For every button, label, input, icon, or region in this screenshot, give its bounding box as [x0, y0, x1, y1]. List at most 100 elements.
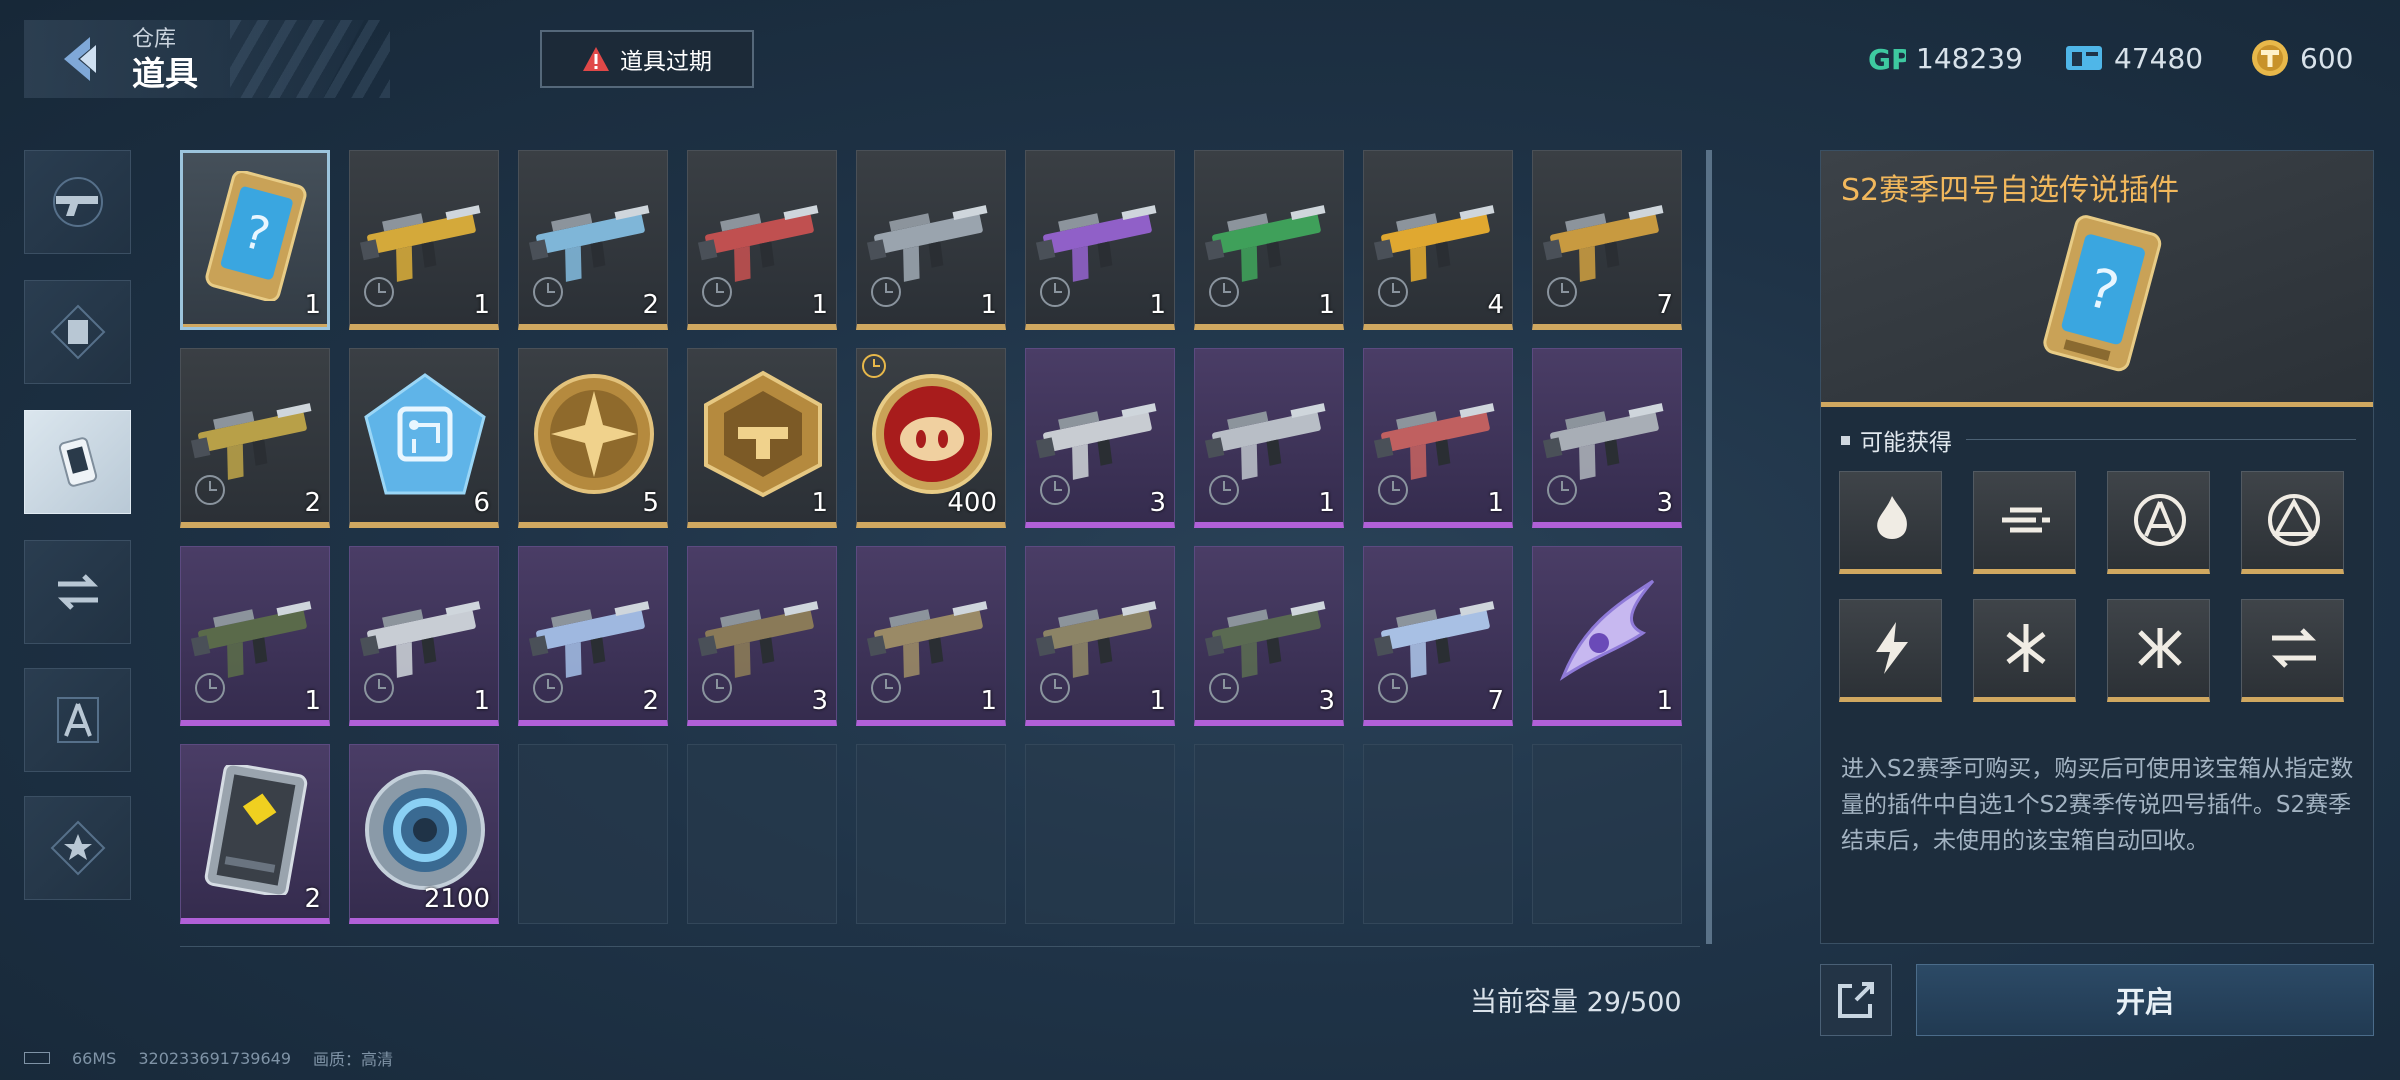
category-frames[interactable]: [24, 280, 131, 384]
inventory-item[interactable]: ? 1: [180, 150, 330, 330]
spark-icon: [1876, 622, 1908, 674]
item-count: 4: [1487, 290, 1504, 320]
inventory-item[interactable]: 1: [180, 546, 330, 726]
swap-arrows-icon: [2271, 628, 2317, 668]
inventory-item[interactable]: 400: [856, 348, 1006, 528]
reward-slot[interactable]: [1839, 599, 1942, 702]
item-count: 400: [947, 488, 997, 518]
item-count: 1: [811, 290, 828, 320]
currency-coin-value: 600: [2300, 41, 2354, 75]
capacity-label: 当前容量 29/500: [1470, 987, 1682, 1018]
clock-icon: [871, 673, 901, 703]
ticket-icon: [2066, 46, 2102, 70]
item-count: 2: [304, 884, 321, 914]
item-detail-panel: S2赛季四号自选传说插件 ? 可能获得 进入S2赛季可购买，购买后可使用该宝箱从…: [1820, 150, 2374, 944]
item-expire-button[interactable]: 道具过期: [540, 30, 754, 88]
reward-slot[interactable]: [2107, 599, 2210, 702]
inventory-item[interactable]: 5: [518, 348, 668, 528]
inventory-item[interactable]: 1: [687, 150, 837, 330]
back-arrow-icon: [64, 37, 96, 81]
inventory-item[interactable]: 1: [856, 150, 1006, 330]
inventory-item[interactable]: 1: [1194, 150, 1344, 330]
coin-icon: [2252, 40, 2288, 76]
clock-icon: [533, 277, 563, 307]
grid-divider: [180, 946, 1700, 947]
open-button[interactable]: 开启: [1916, 964, 2374, 1036]
inventory-item[interactable]: 1: [1025, 150, 1175, 330]
inventory-item[interactable]: 3: [1025, 348, 1175, 528]
blade-item-icon: [1559, 579, 1655, 681]
inventory-item[interactable]: 3: [1194, 546, 1344, 726]
inventory-item[interactable]: 3: [1532, 348, 1682, 528]
inventory-item[interactable]: 1: [349, 546, 499, 726]
empty-slot: [1194, 744, 1344, 924]
clock-icon: [1378, 475, 1408, 505]
inventory-item[interactable]: 7: [1532, 150, 1682, 330]
triangle-icon: [2268, 494, 2320, 546]
clock-icon: [1378, 277, 1408, 307]
item-count: 2: [642, 290, 659, 320]
inventory-item[interactable]: 3: [687, 546, 837, 726]
item-card-icon: [58, 437, 97, 487]
inventory-scrollbar[interactable]: [1706, 150, 1712, 944]
inventory-item[interactable]: 7: [1363, 546, 1513, 726]
clock-icon: [1209, 277, 1239, 307]
clock-icon: [702, 673, 732, 703]
category-tools[interactable]: [24, 668, 131, 772]
reward-slot[interactable]: [2241, 471, 2344, 574]
inventory-item[interactable]: 1: [856, 546, 1006, 726]
inventory-item[interactable]: 2: [180, 744, 330, 924]
ping-value: 66MS: [72, 1048, 117, 1068]
item-count: 1: [811, 488, 828, 518]
card-tag-icon: [204, 765, 308, 895]
item-count: 7: [1487, 686, 1504, 716]
inventory-item[interactable]: 2: [518, 150, 668, 330]
item-count: 2: [642, 686, 659, 716]
item-count: 1: [1656, 686, 1673, 716]
burst-icon: [2006, 624, 2046, 672]
item-count: 1: [980, 686, 997, 716]
medal-item-icon: [534, 374, 654, 494]
compass-icon: [56, 697, 99, 743]
inventory-item[interactable]: 1: [1025, 546, 1175, 726]
inventory-item[interactable]: 1: [1532, 546, 1682, 726]
category-favorites[interactable]: [24, 796, 131, 900]
inventory-item[interactable]: 1: [687, 348, 837, 528]
inventory-item[interactable]: 2: [180, 348, 330, 528]
item-count: 7: [1656, 290, 1673, 320]
inventory-item[interactable]: 1: [1194, 348, 1344, 528]
clock-icon: [1040, 673, 1070, 703]
clock-icon: [1040, 475, 1070, 505]
reward-slot[interactable]: [2107, 471, 2210, 574]
inventory-item[interactable]: 4: [1363, 150, 1513, 330]
item-count: 5: [642, 488, 659, 518]
reward-slot[interactable]: [1839, 471, 1942, 574]
category-weapons[interactable]: [24, 150, 131, 254]
clock-icon: [1547, 277, 1577, 307]
inventory-item[interactable]: 2100: [349, 744, 499, 924]
reward-slot[interactable]: [1973, 471, 2076, 574]
inventory-item[interactable]: 2: [518, 546, 668, 726]
claw-icon: [2138, 628, 2182, 668]
clock-icon: [1209, 475, 1239, 505]
inventory-item[interactable]: 6: [349, 348, 499, 528]
item-count: 1: [980, 290, 997, 320]
category-items[interactable]: [24, 410, 131, 514]
currency-gp: GP 148239: [1866, 30, 2023, 86]
reward-slot[interactable]: [2241, 599, 2344, 702]
empty-slot: [856, 744, 1006, 924]
item-count: 1: [304, 686, 321, 716]
clock-icon: [1547, 475, 1577, 505]
clock-icon: [702, 277, 732, 307]
currency-ticket-value: 47480: [2114, 41, 2204, 75]
inventory-item[interactable]: 1: [349, 150, 499, 330]
header-decoration: [230, 20, 390, 98]
inventory-item[interactable]: 1: [1363, 348, 1513, 528]
dash-icon: [2002, 507, 2050, 533]
category-swap[interactable]: [24, 540, 131, 644]
item-count: 1: [1487, 488, 1504, 518]
share-button[interactable]: [1820, 964, 1892, 1036]
reward-slot[interactable]: [1973, 599, 2076, 702]
swap-icon: [57, 574, 98, 610]
page-title-block: 仓库 道具: [132, 28, 198, 90]
